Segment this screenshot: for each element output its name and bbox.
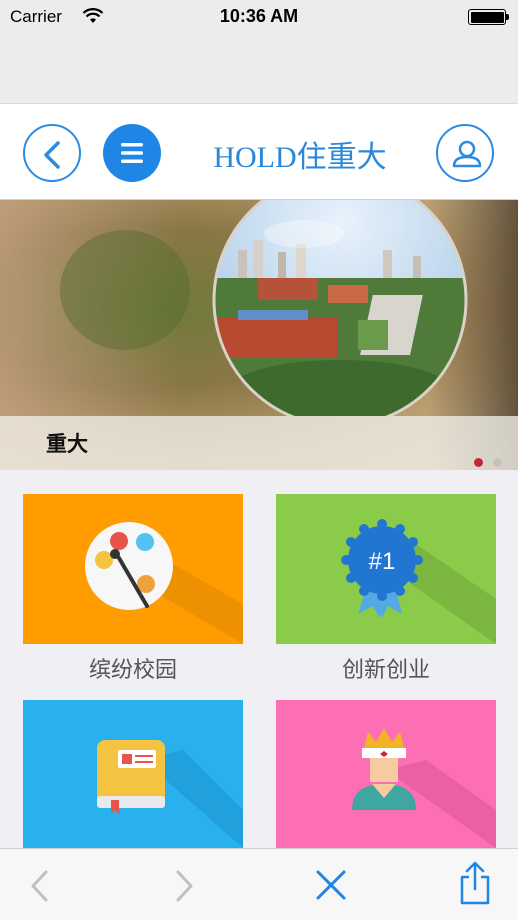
tile-label-innovation: 创新创业 [341,658,430,683]
back-icon [44,141,60,169]
carousel-dot-1[interactable] [474,458,483,467]
palette-icon [85,522,243,644]
tile-king[interactable] [276,700,496,848]
tile-innovation[interactable]: #1 [276,494,496,644]
app-header: HOLD住重大 [0,104,518,200]
close-icon[interactable] [315,869,347,901]
menu-icon [121,143,143,163]
back-arrow-icon[interactable] [28,869,52,903]
tile-book[interactable] [23,700,243,848]
award-badge-icon: #1 [341,519,496,644]
carousel-pagination[interactable] [474,458,502,467]
banner-caption: 重大 [46,432,88,456]
user-icon [452,140,482,168]
campus-globe-image [212,200,468,416]
back-button[interactable] [23,124,81,182]
book-icon [97,740,243,848]
page-title: HOLD住重大 [213,141,387,174]
badge-text: #1 [369,548,396,575]
menu-button[interactable] [103,124,161,182]
status-bar: Carrier 10:36 AM [0,0,518,36]
tile-label-campus-life: 缤纷校园 [88,658,177,683]
clock: 10:36 AM [219,6,299,26]
share-icon[interactable] [458,861,492,907]
tile-campus-life[interactable] [23,494,243,644]
forward-arrow-icon[interactable] [172,869,196,903]
battery-icon [468,9,509,25]
nav-spacer [0,36,518,104]
user-button[interactable] [436,124,494,182]
king-icon [352,728,496,848]
carousel-dot-2[interactable] [493,458,502,467]
browser-toolbar [0,848,518,920]
